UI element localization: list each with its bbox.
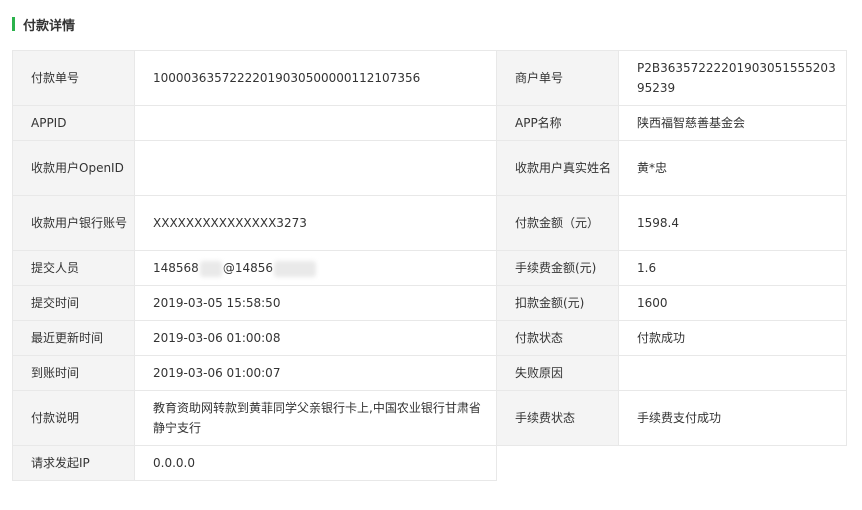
- payee-bank-account-label: 收款用户银行账号: [12, 195, 135, 251]
- submitter-value: 148568 @14856: [134, 250, 497, 286]
- appid-label: APPID: [12, 105, 135, 141]
- table-row: 到账时间 2019-03-06 01:00:07 失败原因: [12, 355, 847, 391]
- table-row: 提交时间 2019-03-05 15:58:50 扣款金额(元) 1600: [12, 285, 847, 321]
- fee-amount-label: 手续费金额(元): [496, 250, 619, 286]
- table-row: 收款用户银行账号 XXXXXXXXXXXXXXX3273 付款金额（元） 159…: [12, 195, 847, 251]
- section-title: 付款详情: [23, 18, 76, 34]
- payee-openid-label: 收款用户OpenID: [12, 140, 135, 196]
- payee-openid-value: [134, 140, 497, 196]
- payment-status-label: 付款状态: [496, 320, 619, 356]
- appid-value: [134, 105, 497, 141]
- table-row: APPID APP名称 陕西福智慈善基金会: [12, 105, 847, 141]
- merchant-order-no-label: 商户单号: [496, 50, 619, 106]
- submit-time-label: 提交时间: [12, 285, 135, 321]
- table-row: 最近更新时间 2019-03-06 01:00:08 付款状态 付款成功: [12, 320, 847, 356]
- app-name-label: APP名称: [496, 105, 619, 141]
- arrival-time-value: 2019-03-06 01:00:07: [134, 355, 497, 391]
- redaction-blur: [274, 260, 316, 277]
- payment-amount-label: 付款金额（元）: [496, 195, 619, 251]
- table-row: 提交人员 148568 @14856 手续费金额(元) 1.6: [12, 250, 847, 286]
- fee-status-value: 手续费支付成功: [618, 390, 847, 446]
- app-name-value: 陕西福智慈善基金会: [618, 105, 847, 141]
- payment-note-value: 教育资助网转款到黄菲同学父亲银行卡上,中国农业银行甘肃省静宁支行: [134, 390, 497, 446]
- payee-bank-account-value: XXXXXXXXXXXXXXX3273: [134, 195, 497, 251]
- submitter-label: 提交人员: [12, 250, 135, 286]
- deduct-amount-value: 1600: [618, 285, 847, 321]
- empty-cell: [496, 445, 847, 481]
- payment-amount-value: 1598.4: [618, 195, 847, 251]
- last-update-time-label: 最近更新时间: [12, 320, 135, 356]
- deduct-amount-label: 扣款金额(元): [496, 285, 619, 321]
- fee-status-label: 手续费状态: [496, 390, 619, 446]
- payment-status-value: 付款成功: [618, 320, 847, 356]
- fee-amount-value: 1.6: [618, 250, 847, 286]
- merchant-order-no-value: P2B3635722220190305155520395239: [618, 50, 847, 106]
- title-accent-bar: [12, 17, 15, 31]
- payment-note-label: 付款说明: [12, 390, 135, 446]
- failure-reason-value: [618, 355, 847, 391]
- payment-detail-table: 付款单号 10000363572222019030500000112107356…: [12, 50, 847, 481]
- table-row: 收款用户OpenID 收款用户真实姓名 黄*忠: [12, 140, 847, 196]
- submit-time-value: 2019-03-05 15:58:50: [134, 285, 497, 321]
- table-row: 请求发起IP 0.0.0.0: [12, 445, 847, 481]
- arrival-time-label: 到账时间: [12, 355, 135, 391]
- payment-order-no-value: 10000363572222019030500000112107356: [134, 50, 497, 106]
- payee-real-name-value: 黄*忠: [618, 140, 847, 196]
- request-ip-label: 请求发起IP: [12, 445, 135, 481]
- payee-real-name-label: 收款用户真实姓名: [496, 140, 619, 196]
- last-update-time-value: 2019-03-06 01:00:08: [134, 320, 497, 356]
- submitter-domain-part: @14856: [222, 261, 273, 275]
- section-header: 付款详情: [12, 16, 76, 34]
- payment-order-no-label: 付款单号: [12, 50, 135, 106]
- redaction-blur: [199, 260, 222, 277]
- failure-reason-label: 失败原因: [496, 355, 619, 391]
- submitter-id-part: 148568: [153, 261, 199, 275]
- request-ip-value: 0.0.0.0: [134, 445, 497, 481]
- table-row: 付款单号 10000363572222019030500000112107356…: [12, 50, 847, 106]
- table-row: 付款说明 教育资助网转款到黄菲同学父亲银行卡上,中国农业银行甘肃省静宁支行 手续…: [12, 390, 847, 446]
